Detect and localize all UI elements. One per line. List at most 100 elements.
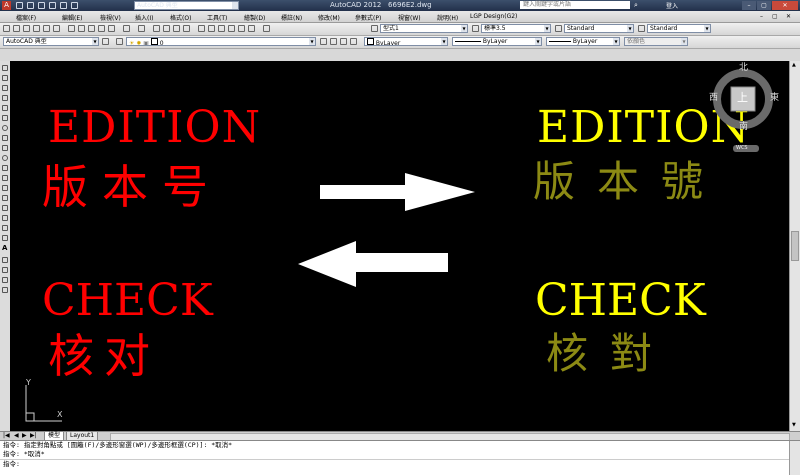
menu-doc-minimize[interactable]: – bbox=[760, 13, 763, 20]
misc-tool-2-icon[interactable] bbox=[2, 277, 8, 283]
menu-draw[interactable]: 繪製(D) bbox=[244, 13, 265, 22]
markup-icon[interactable] bbox=[238, 25, 245, 32]
circle-icon[interactable] bbox=[2, 125, 8, 131]
design-center-icon[interactable] bbox=[208, 25, 215, 32]
vertical-scrollbar[interactable]: ▲ ▼ bbox=[789, 61, 800, 431]
menu-help[interactable]: 說明(H) bbox=[437, 13, 458, 22]
properties-icon[interactable] bbox=[198, 25, 205, 32]
table-style-icon[interactable] bbox=[555, 25, 562, 32]
color-dropdown[interactable]: ByLayer ▼ bbox=[364, 37, 448, 46]
layer-state-icon[interactable] bbox=[340, 38, 347, 45]
save-icon[interactable] bbox=[23, 25, 30, 32]
misc-tool-icon[interactable] bbox=[2, 267, 8, 273]
dim-style-icon[interactable] bbox=[472, 25, 479, 32]
multiline-text-icon[interactable]: A bbox=[2, 245, 8, 252]
zoom-window-icon[interactable] bbox=[173, 25, 180, 32]
minimize-button[interactable]: – bbox=[742, 1, 756, 10]
pan-icon[interactable] bbox=[153, 25, 160, 32]
tab-first-icon[interactable]: |◀ bbox=[3, 432, 10, 439]
new-icon[interactable] bbox=[3, 25, 10, 32]
paste-icon[interactable] bbox=[88, 25, 95, 32]
print-icon[interactable] bbox=[33, 25, 40, 32]
region-icon[interactable] bbox=[2, 225, 8, 231]
menu-file[interactable]: 檔案(F) bbox=[16, 13, 36, 22]
menu-window[interactable]: 視窗(W) bbox=[398, 13, 421, 22]
tab-next-icon[interactable]: ▶ bbox=[22, 432, 27, 439]
app-menu-icon[interactable]: A bbox=[2, 1, 11, 10]
maximize-button[interactable]: ▢ bbox=[757, 1, 771, 10]
lineweight-dropdown[interactable]: ByLayer ▼ bbox=[546, 37, 620, 46]
gradient-icon[interactable] bbox=[2, 215, 8, 221]
plot-style-dropdown[interactable]: 依顏色 ▼ bbox=[624, 37, 688, 46]
calculator-icon[interactable] bbox=[248, 25, 255, 32]
qat-new-icon[interactable] bbox=[16, 2, 23, 9]
qat-open-icon[interactable] bbox=[27, 2, 34, 9]
menu-dimension[interactable]: 標註(N) bbox=[281, 13, 302, 22]
scroll-down-icon[interactable]: ▼ bbox=[792, 422, 796, 428]
line-icon[interactable] bbox=[2, 65, 8, 71]
text-style-dropdown[interactable]: 型式1 ▼ bbox=[380, 24, 468, 33]
login-link[interactable]: 登入 bbox=[666, 1, 678, 10]
scroll-thumb[interactable] bbox=[791, 231, 799, 261]
menu-parametric[interactable]: 參數式(P) bbox=[355, 13, 381, 22]
wcs-menu-button[interactable]: WCS bbox=[736, 146, 748, 151]
viewcube-west-label[interactable]: 西 bbox=[709, 94, 718, 103]
qat-redo-icon[interactable] bbox=[71, 2, 78, 9]
construction-line-icon[interactable] bbox=[2, 75, 8, 81]
preview-icon[interactable] bbox=[43, 25, 50, 32]
ellipse-arc-icon[interactable] bbox=[2, 165, 8, 171]
match-properties-icon[interactable] bbox=[98, 25, 105, 32]
zoom-realtime-icon[interactable] bbox=[163, 25, 170, 32]
tab-last-icon[interactable]: ▶| bbox=[30, 432, 37, 439]
menu-lgp-design[interactable]: LGP Design(G2) bbox=[470, 13, 517, 20]
layer-dropdown[interactable]: ☀ ✹ ▣ 0 ▼ bbox=[126, 37, 316, 46]
viewcube-east-label[interactable]: 東 bbox=[770, 94, 779, 103]
drawing-canvas[interactable]: EDITION 版本号 CHECK 核对 EDITION 版本號 CHECK 核… bbox=[10, 61, 789, 431]
layer-isolate-icon[interactable] bbox=[350, 38, 357, 45]
copy-icon[interactable] bbox=[78, 25, 85, 32]
dim-style-dropdown[interactable]: 標準3.5 ▼ bbox=[481, 24, 551, 33]
viewcube-south-label[interactable]: 南 bbox=[739, 123, 748, 132]
tab-prev-icon[interactable]: ◀ bbox=[14, 432, 19, 439]
command-line[interactable]: 指令: 指定對角點或 [圍籬(F)/多邊形窗選(WP)/多邊形框選(CP)]: … bbox=[0, 440, 800, 476]
workspace-switch-dropdown[interactable]: AutoCAD 典型 ▼ bbox=[3, 37, 99, 46]
qat-save-icon[interactable] bbox=[38, 2, 45, 9]
misc-tool-3-icon[interactable] bbox=[2, 287, 8, 293]
insert-block-icon[interactable] bbox=[2, 175, 8, 181]
spline-icon[interactable] bbox=[2, 145, 8, 151]
redo-icon[interactable] bbox=[138, 25, 145, 32]
search-icon[interactable]: ⌕ bbox=[634, 1, 638, 10]
text-style-icon[interactable] bbox=[371, 25, 378, 32]
layer-previous-icon[interactable] bbox=[330, 38, 337, 45]
qat-print-icon[interactable] bbox=[49, 2, 56, 9]
help-icon[interactable] bbox=[263, 25, 270, 32]
zoom-previous-icon[interactable] bbox=[183, 25, 190, 32]
viewcube[interactable] bbox=[703, 63, 783, 153]
open-icon[interactable] bbox=[13, 25, 20, 32]
menu-modify[interactable]: 修改(M) bbox=[318, 13, 340, 22]
viewcube-top-face[interactable]: 上 bbox=[737, 92, 748, 103]
rectangle-icon[interactable] bbox=[2, 105, 8, 111]
scroll-up-icon[interactable]: ▲ bbox=[792, 62, 796, 68]
workspace-settings-icon[interactable] bbox=[102, 38, 109, 45]
sheet-set-icon[interactable] bbox=[228, 25, 235, 32]
menu-tools[interactable]: 工具(T) bbox=[207, 13, 227, 22]
cut-icon[interactable] bbox=[68, 25, 75, 32]
table-icon[interactable] bbox=[2, 235, 8, 241]
tool-palettes-icon[interactable] bbox=[218, 25, 225, 32]
close-button[interactable]: ✕ bbox=[772, 1, 798, 10]
menu-format[interactable]: 格式(O) bbox=[170, 13, 191, 22]
publish-icon[interactable] bbox=[53, 25, 60, 32]
add-selected-icon[interactable] bbox=[2, 257, 8, 263]
polygon-icon[interactable] bbox=[2, 95, 8, 101]
mleader-style-icon[interactable] bbox=[638, 25, 645, 32]
ellipse-icon[interactable] bbox=[2, 155, 8, 161]
point-icon[interactable] bbox=[2, 195, 8, 201]
menu-doc-restore[interactable]: ▢ bbox=[772, 13, 778, 20]
menu-insert[interactable]: 插入(I) bbox=[135, 13, 153, 22]
polyline-icon[interactable] bbox=[2, 85, 8, 91]
undo-icon[interactable] bbox=[123, 25, 130, 32]
menu-edit[interactable]: 編輯(E) bbox=[62, 13, 82, 22]
menu-view[interactable]: 檢視(V) bbox=[100, 13, 121, 22]
block-editor-icon[interactable] bbox=[108, 25, 115, 32]
